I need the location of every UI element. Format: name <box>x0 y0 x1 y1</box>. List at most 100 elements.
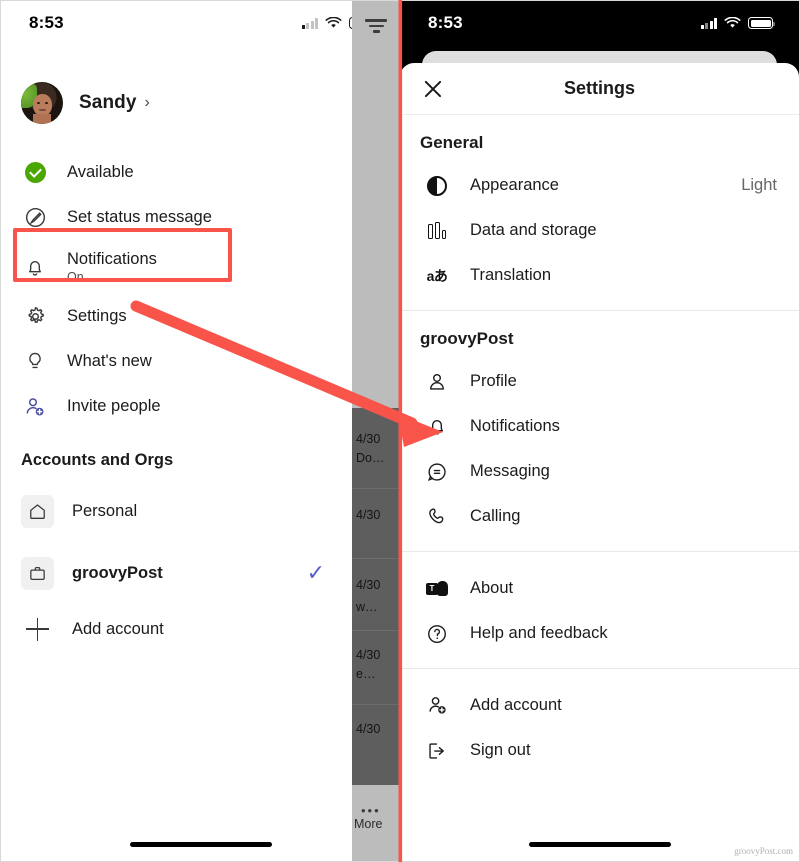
list-item[interactable]: 4/30 Do… <box>356 430 384 469</box>
menu-item-label: Available <box>67 163 134 181</box>
menu-item-available[interactable]: Available <box>1 150 353 195</box>
person-add-icon <box>21 393 49 421</box>
home-icon <box>21 494 54 528</box>
wifi-icon <box>325 17 342 28</box>
status-time: 8:53 <box>29 13 64 32</box>
translation-icon: aあ <box>426 267 448 284</box>
status-time: 8:53 <box>428 13 463 32</box>
teams-logo-icon: T <box>424 63 798 602</box>
watermark: groovyPost.com <box>734 846 793 856</box>
left-status-bar: 8:53 <box>1 1 400 45</box>
menu-item-label: What's new <box>67 352 152 370</box>
chat-list-dimmed: 4/30 Do… 4/30 4/30 w… 4/30 e… 4/30 <box>352 408 400 785</box>
menu-item-invite-people[interactable]: Invite people <box>1 384 353 429</box>
data-storage-icon <box>424 218 450 244</box>
page-title: Settings <box>563 78 635 98</box>
settings-row-data-and-storage[interactable]: Data and storage <box>400 208 799 253</box>
menu-item-label: Settings <box>67 307 127 325</box>
highlight-box-notifications <box>13 228 232 282</box>
settings-row-calling[interactable]: Calling <box>400 494 799 539</box>
tabbar-more[interactable]: ••• More <box>352 785 400 861</box>
add-account-label: Add account <box>72 619 164 638</box>
chat-list-header <box>352 1 400 408</box>
message-icon <box>424 459 450 485</box>
settings-row-translation[interactable]: aあ Translation <box>400 253 799 298</box>
question-circle-icon <box>424 621 450 647</box>
settings-group-account-actions: Add account Sign out <box>400 668 799 785</box>
account-selected-check-icon: ✓ <box>306 560 325 585</box>
cellular-signal-icon <box>700 17 717 29</box>
plus-icon <box>21 613 54 646</box>
filter-icon[interactable] <box>364 19 388 36</box>
phone-icon <box>424 504 450 530</box>
account-item-groovypost[interactable]: groovyPost ✓ <box>1 542 353 604</box>
account-drawer: Sandy › Available Set status message Not… <box>1 45 353 861</box>
more-label: More <box>354 817 383 831</box>
more-dots-icon: ••• <box>361 803 381 818</box>
briefcase-icon <box>21 556 54 590</box>
available-status-icon <box>21 159 49 187</box>
settings-row-label: Add account <box>470 696 562 714</box>
settings-row-profile[interactable]: Profile <box>400 359 799 404</box>
settings-row-notifications[interactable]: Notifications <box>400 404 799 449</box>
lightbulb-icon <box>21 348 49 376</box>
sheet-header: Settings <box>400 63 799 115</box>
group-heading: General <box>420 133 484 152</box>
settings-row-label: Profile <box>470 372 517 390</box>
settings-row-add-account[interactable]: Add account <box>400 683 799 728</box>
settings-group-groovypost: groovyPost Profile Notifications Messagi… <box>400 310 799 551</box>
settings-row-about[interactable]: T About <box>400 63 799 611</box>
settings-row-label: Data and storage <box>470 221 597 239</box>
list-item[interactable]: w… <box>356 598 378 617</box>
menu-item-label: Set status message <box>67 208 212 226</box>
appearance-contrast-icon <box>424 173 450 199</box>
chevron-right-icon: › <box>144 94 150 111</box>
settings-sheet: Settings General Appearance Light Data a… <box>400 63 799 861</box>
settings-row-label: Messaging <box>470 462 550 480</box>
settings-row-label: Calling <box>470 507 521 525</box>
person-add-icon <box>424 693 450 719</box>
bell-icon <box>424 414 450 440</box>
settings-group-about: T About Help and feedback <box>400 63 799 668</box>
right-status-bar: 8:53 <box>400 1 799 45</box>
close-icon[interactable] <box>420 76 446 102</box>
gear-icon <box>21 303 49 331</box>
settings-row-value: Light <box>741 176 777 194</box>
account-label: groovyPost <box>72 563 163 582</box>
settings-row-label: About <box>470 579 514 597</box>
menu-item-label: Invite people <box>67 397 161 415</box>
settings-row-label: Appearance <box>470 176 559 194</box>
wifi-icon <box>724 17 741 28</box>
profile-row[interactable]: Sandy › <box>1 45 353 124</box>
account-label: Personal <box>72 501 138 520</box>
settings-row-appearance[interactable]: Appearance Light <box>400 163 799 208</box>
right-phone-screen: 8:53 Settings General Appearance Light D… <box>400 0 800 862</box>
home-indicator <box>528 842 671 847</box>
group-heading: groovyPost <box>420 329 514 348</box>
settings-row-messaging[interactable]: Messaging <box>400 449 799 494</box>
accounts-section-title: Accounts and Orgs <box>21 451 174 469</box>
chat-list-strip[interactable]: 4/30 Do… 4/30 4/30 w… 4/30 e… 4/30 ••• M… <box>352 1 400 861</box>
settings-row-label: Notifications <box>470 417 560 435</box>
list-item[interactable]: 4/30 e… <box>356 646 380 685</box>
home-indicator <box>130 842 272 847</box>
dual-phone-screenshot: 8:53 Sandy › Available Set status messag… <box>0 0 800 862</box>
list-item[interactable]: 4/30 <box>356 576 380 595</box>
settings-row-label: Sign out <box>470 741 531 759</box>
menu-item-settings[interactable]: Settings <box>1 294 353 339</box>
person-icon <box>424 369 450 395</box>
list-item[interactable]: 4/30 <box>356 506 380 525</box>
settings-row-label: Help and feedback <box>470 624 608 642</box>
add-account-button[interactable]: Add account <box>1 604 353 654</box>
account-item-personal[interactable]: Personal <box>1 480 353 542</box>
settings-row-sign-out[interactable]: Sign out <box>400 728 799 773</box>
status-indicators <box>700 17 775 29</box>
profile-name: Sandy <box>79 92 137 113</box>
battery-icon <box>748 17 775 29</box>
list-item[interactable]: 4/30 <box>356 720 380 739</box>
avatar[interactable] <box>21 82 63 124</box>
settings-row-label: Translation <box>470 266 552 284</box>
settings-row-help-and-feedback[interactable]: Help and feedback <box>400 611 799 656</box>
menu-item-whats-new[interactable]: What's new <box>1 339 353 384</box>
settings-group-general: General Appearance Light Data and storag… <box>400 115 799 310</box>
